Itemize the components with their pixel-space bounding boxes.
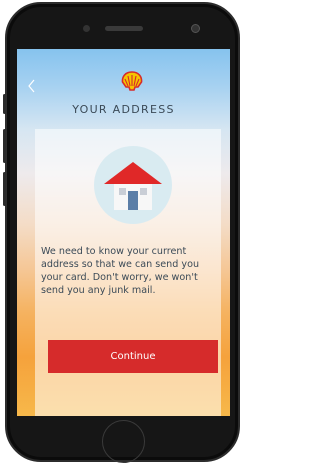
volume-up-button <box>3 129 6 163</box>
chevron-left-icon[interactable] <box>27 79 37 93</box>
volume-down-button <box>3 172 6 206</box>
shell-logo-icon <box>121 71 143 91</box>
phone-frame: YOUR ADDRESS We need to know your curren… <box>3 2 240 463</box>
house-illustration <box>94 146 172 224</box>
sensor-dot <box>83 25 90 32</box>
mute-switch <box>3 94 6 114</box>
house-icon <box>104 162 162 210</box>
page-title: YOUR ADDRESS <box>72 103 175 116</box>
address-message: We need to know your current address so … <box>41 246 200 296</box>
continue-button[interactable]: Continue <box>48 340 218 373</box>
earpiece-speaker <box>105 26 143 31</box>
address-card: We need to know your current address so … <box>35 129 221 416</box>
app-screen: YOUR ADDRESS We need to know your curren… <box>17 49 230 416</box>
front-camera <box>191 24 200 33</box>
home-button[interactable] <box>102 420 145 463</box>
